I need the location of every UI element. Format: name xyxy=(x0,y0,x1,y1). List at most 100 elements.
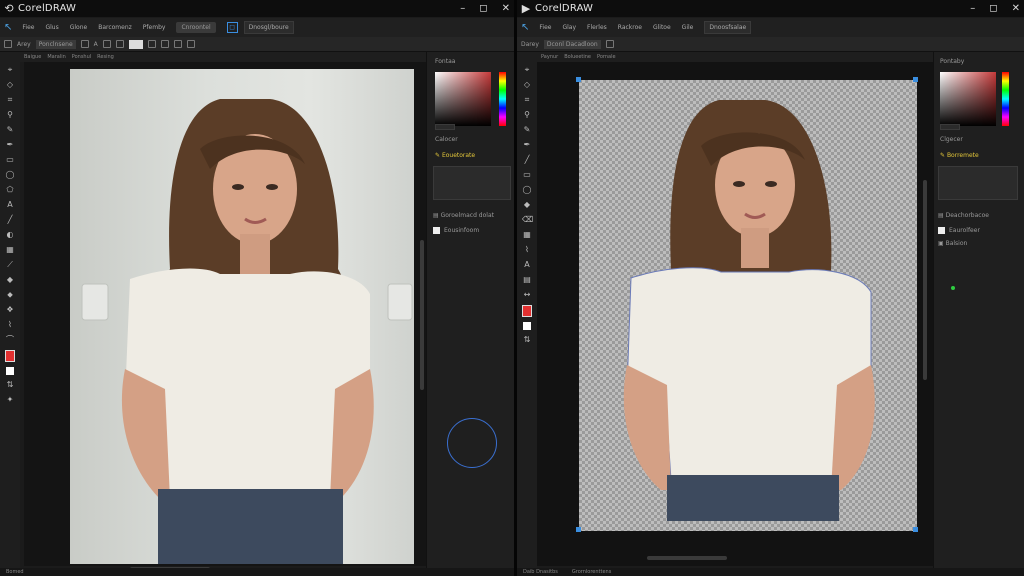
menu-item[interactable]: Flerles xyxy=(587,24,607,31)
text-tool-icon[interactable]: A xyxy=(522,260,532,270)
color-box[interactable] xyxy=(128,39,143,49)
layer-row[interactable]: ▤ Goroelmacd dolat xyxy=(433,212,494,219)
shape-tool-icon[interactable]: ◇ xyxy=(522,80,532,90)
restore-icon[interactable]: ◻ xyxy=(479,3,487,14)
fill-color-swatch[interactable] xyxy=(522,305,532,317)
pick-tool-icon[interactable]: ⌖ xyxy=(5,65,15,75)
bold-icon[interactable] xyxy=(80,40,89,48)
dimension-tool-icon[interactable]: ↔ xyxy=(522,290,532,300)
ellipse-tool-icon[interactable]: ◯ xyxy=(522,185,532,195)
color-picker[interactable] xyxy=(435,72,491,126)
doc-tab[interactable]: Bolueetine xyxy=(564,54,591,60)
smart-drawing-icon[interactable]: ✦ xyxy=(5,395,15,405)
menu-item[interactable]: Gile xyxy=(682,24,694,31)
list-item[interactable]: ✎ Eouetorate xyxy=(435,152,475,159)
layer-row[interactable]: ▤ Deachorbacoe xyxy=(938,212,989,219)
blend-tool-icon[interactable]: ⌇ xyxy=(522,245,532,255)
transparency-tool-icon[interactable]: ▦ xyxy=(5,245,15,255)
mirror-icon[interactable] xyxy=(115,40,124,48)
layer-icon[interactable] xyxy=(173,40,182,48)
layer-visibility-checkbox[interactable] xyxy=(433,227,440,234)
doc-tab[interactable]: Pornale xyxy=(597,54,616,60)
portrait-photo[interactable] xyxy=(70,69,414,564)
hue-slider[interactable] xyxy=(499,72,506,126)
restore-icon[interactable]: ◻ xyxy=(989,3,997,14)
shape-tool-icon[interactable]: ◇ xyxy=(5,80,15,90)
zoom-tool-icon[interactable]: ⚲ xyxy=(5,110,15,120)
settings-icon[interactable] xyxy=(186,40,195,48)
menu-item[interactable]: Glitoe xyxy=(653,24,671,31)
workspace-dropdown[interactable]: Dnoosfsalae xyxy=(704,21,752,34)
fill-tool-icon[interactable]: ◆ xyxy=(5,275,15,285)
menu-item[interactable]: Fiee xyxy=(22,24,34,31)
blend-tool-icon[interactable]: ⌇ xyxy=(5,320,15,330)
layer-row[interactable]: Eousinfoom xyxy=(433,227,479,234)
doc-tab[interactable]: Maralin xyxy=(47,54,65,60)
property-chip[interactable]: Dconl Dacadloon xyxy=(543,39,601,49)
menu-item[interactable]: Glone xyxy=(70,24,87,31)
lock-icon[interactable] xyxy=(605,40,614,48)
pen-tool-icon[interactable]: ✒ xyxy=(5,140,15,150)
menu-item[interactable]: Pfemby xyxy=(143,24,166,31)
selection-handle[interactable] xyxy=(913,77,918,82)
pick-tool-icon[interactable]: ↖ xyxy=(4,22,12,33)
color-input[interactable] xyxy=(435,124,455,130)
close-icon[interactable]: ✕ xyxy=(502,3,510,14)
align-icon[interactable] xyxy=(102,40,111,48)
selection-handle[interactable] xyxy=(913,527,918,532)
selection-handle[interactable] xyxy=(576,527,581,532)
table-tool-icon[interactable]: ▤ xyxy=(522,275,532,285)
text-tool-icon[interactable]: A xyxy=(5,200,15,210)
frame-icon[interactable]: ◻ xyxy=(226,22,238,33)
minimize-icon[interactable]: – xyxy=(970,3,975,14)
menu-item[interactable]: Fiee xyxy=(539,24,551,31)
shadow-tool-icon[interactable]: ◐ xyxy=(5,230,15,240)
doc-tab[interactable]: Ponshul xyxy=(72,54,91,60)
property-chip[interactable]: Ponclnsene xyxy=(35,39,76,49)
cutout-photo-transparent-background[interactable] xyxy=(579,80,917,531)
doc-tab[interactable]: Resing xyxy=(97,54,114,60)
layer-row[interactable]: ▣ Balsion xyxy=(938,240,967,247)
tool-option-icon[interactable] xyxy=(4,40,12,48)
doc-tab[interactable]: Baigue xyxy=(24,54,41,60)
freehand-tool-icon[interactable]: ✎ xyxy=(522,125,532,135)
pick-tool-icon[interactable]: ↖ xyxy=(521,22,529,33)
navigator-ring[interactable] xyxy=(447,418,497,468)
menu-item[interactable]: Glay xyxy=(562,24,576,31)
interactive-fill-icon[interactable]: ⬥ xyxy=(5,290,15,300)
pen-tool-icon[interactable]: ✒ xyxy=(522,140,532,150)
minimize-icon[interactable]: – xyxy=(460,3,465,14)
grid-icon[interactable] xyxy=(147,40,156,48)
pick-tool-icon[interactable]: ⌖ xyxy=(522,65,532,75)
eyedropper-tool-icon[interactable]: ⟋ xyxy=(5,260,15,270)
close-icon[interactable]: ✕ xyxy=(1012,3,1020,14)
hue-slider[interactable] xyxy=(1002,72,1009,126)
swap-colors-icon[interactable]: ⇅ xyxy=(5,380,15,390)
crop-tool-icon[interactable]: ⌗ xyxy=(522,95,532,105)
vertical-scrollbar[interactable] xyxy=(420,240,424,390)
rectangle-tool-icon[interactable]: ▭ xyxy=(5,155,15,165)
fill-color-swatch[interactable] xyxy=(5,350,15,362)
menu-item[interactable]: Barcomenz xyxy=(98,24,132,31)
layer-row[interactable]: Eaurolfeer xyxy=(938,227,980,234)
layer-visibility-checkbox[interactable] xyxy=(938,227,945,234)
crop-tool-icon[interactable]: ⌗ xyxy=(5,95,15,105)
doc-tab[interactable]: Paynur xyxy=(541,54,558,60)
transparency-tool-icon[interactable]: ▦ xyxy=(522,230,532,240)
ellipse-tool-icon[interactable]: ◯ xyxy=(5,170,15,180)
vertical-scrollbar[interactable] xyxy=(923,180,927,380)
menu-item[interactable]: Glus xyxy=(45,24,58,31)
eraser-tool-icon[interactable]: ⌫ xyxy=(522,215,533,225)
polygon-tool-icon[interactable]: ⬠ xyxy=(5,185,15,195)
menu-chip[interactable]: Cnroontel xyxy=(176,22,216,33)
selection-handle[interactable] xyxy=(576,77,581,82)
smart-fill-icon[interactable]: ❖ xyxy=(5,305,15,315)
text-tool-icon[interactable]: A xyxy=(94,41,98,48)
outline-color-swatch[interactable] xyxy=(523,322,531,330)
menu-item[interactable]: Rackroe xyxy=(618,24,642,31)
line-tool-icon[interactable]: ╱ xyxy=(522,155,532,165)
fill-tool-icon[interactable]: ◆ xyxy=(522,200,532,210)
contour-tool-icon[interactable]: ⌒ xyxy=(5,335,15,345)
horizontal-scrollbar[interactable] xyxy=(647,556,727,560)
rectangle-tool-icon[interactable]: ▭ xyxy=(522,170,532,180)
